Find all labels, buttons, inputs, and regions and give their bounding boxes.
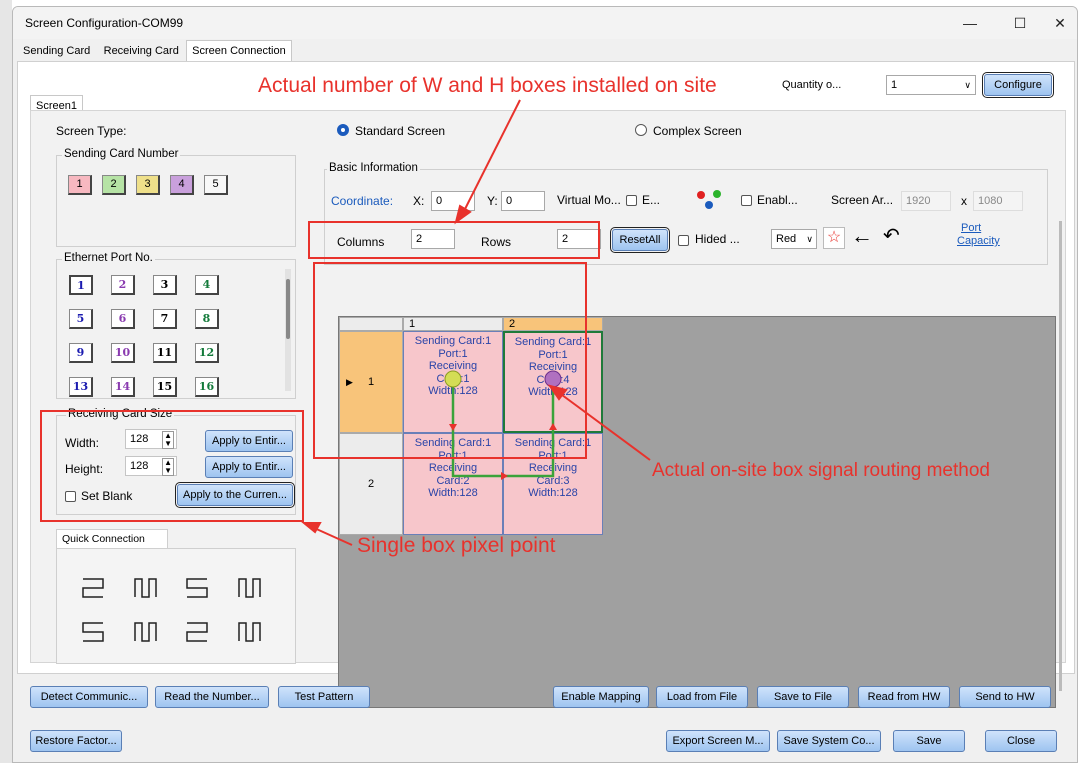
annotation-arrows <box>301 99 651 546</box>
